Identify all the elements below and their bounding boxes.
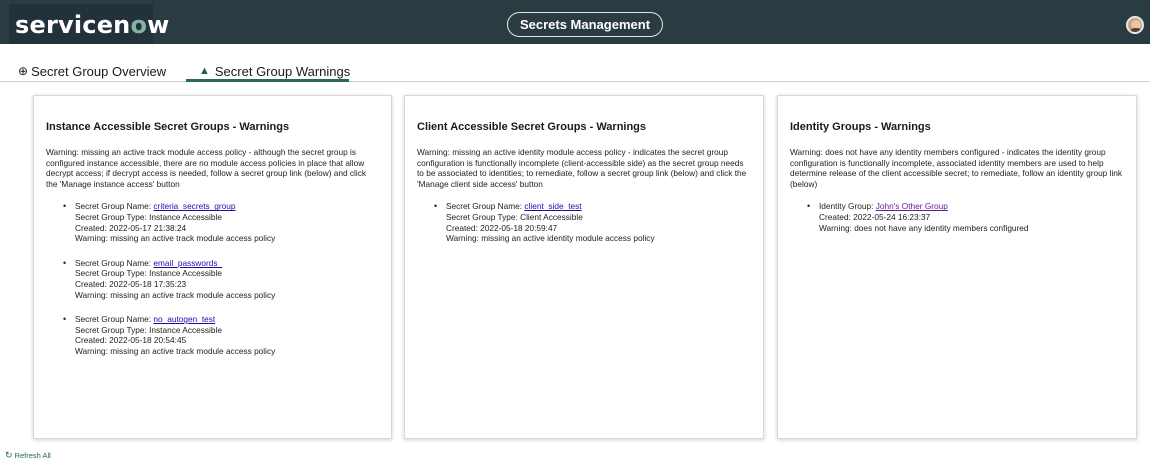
secret-group-link[interactable]: no_autogen_test bbox=[153, 314, 215, 324]
entry-type: Secret Group Type: Instance Accessible bbox=[75, 324, 222, 335]
secret-group-link[interactable]: criteria_secrets_group bbox=[153, 201, 235, 211]
list-item: Secret Group Name: email_passwords_ Secr… bbox=[63, 258, 379, 300]
list-item: Secret Group Name: criteria_secrets_grou… bbox=[63, 201, 379, 243]
identity-group-link[interactable]: John's Other Group bbox=[876, 201, 948, 211]
entry-name-label: Secret Group Name: bbox=[446, 201, 525, 212]
entry-name-label: Identity Group: bbox=[819, 201, 876, 212]
client-accessible-warnings-card: Client Accessible Secret Groups - Warnin… bbox=[404, 95, 764, 439]
logo-text: servicenow bbox=[15, 11, 170, 39]
entry-name-label: Secret Group Name: bbox=[75, 201, 154, 212]
list-item: Identity Group: John's Other Group Creat… bbox=[807, 201, 1124, 233]
card-description: Warning: missing an active track module … bbox=[46, 147, 367, 189]
list-item: Secret Group Name: no_autogen_test Secre… bbox=[63, 314, 379, 356]
secret-group-list: Secret Group Name: client_side_test Secr… bbox=[417, 201, 751, 243]
warning-triangle-icon: ▲ bbox=[199, 65, 210, 77]
tab-bar: ⊕ Secret Group Overview ▲ Secret Group W… bbox=[0, 58, 1150, 82]
overview-icon: ⊕ bbox=[18, 64, 29, 78]
tab-label: Secret Group Warnings bbox=[214, 63, 351, 79]
card-title: Client Accessible Secret Groups - Warnin… bbox=[417, 121, 647, 133]
top-header-bar: servicenow Secrets Management bbox=[0, 0, 1150, 44]
tab-secret-group-overview[interactable]: ⊕ Secret Group Overview bbox=[18, 62, 166, 80]
tab-secret-group-warnings[interactable]: ▲ Secret Group Warnings bbox=[199, 62, 350, 80]
entry-warning: Warning: does not have any identity memb… bbox=[819, 222, 1029, 233]
card-title: Identity Groups - Warnings bbox=[790, 121, 931, 133]
list-item: Secret Group Name: client_side_test Secr… bbox=[434, 201, 751, 243]
secret-group-link[interactable]: email_passwords_ bbox=[153, 258, 222, 268]
entry-type: Secret Group Type: Client Accessible bbox=[446, 211, 583, 222]
refresh-all-button[interactable]: ↻ Refresh All bbox=[5, 450, 51, 461]
entry-created: Created: 2022-05-17 21:38:24 bbox=[75, 222, 187, 233]
entry-name-label: Secret Group Name: bbox=[75, 314, 154, 325]
tab-label: Secret Group Overview bbox=[31, 63, 167, 79]
entry-created: Created: 2022-05-18 17:35:23 bbox=[75, 278, 187, 289]
entry-created: Created: 2022-05-18 20:54:45 bbox=[75, 335, 187, 346]
active-tab-indicator bbox=[186, 79, 349, 82]
entry-type: Secret Group Type: Instance Accessible bbox=[75, 211, 222, 222]
app-title-pill[interactable]: Secrets Management bbox=[507, 12, 663, 37]
card-title: Instance Accessible Secret Groups - Warn… bbox=[46, 121, 290, 133]
secret-group-link[interactable]: client_side_test bbox=[524, 201, 581, 211]
card-description: Warning: missing an active identity modu… bbox=[417, 147, 747, 189]
identity-groups-warnings-card: Identity Groups - Warnings Warning: does… bbox=[777, 95, 1137, 439]
entry-type: Secret Group Type: Instance Accessible bbox=[75, 268, 222, 279]
entry-warning: Warning: missing an active identity modu… bbox=[446, 233, 655, 244]
entry-warning: Warning: missing an active track module … bbox=[75, 233, 276, 244]
instance-accessible-warnings-card: Instance Accessible Secret Groups - Warn… bbox=[33, 95, 392, 439]
card-description: Warning: does not have any identity memb… bbox=[790, 147, 1123, 189]
user-avatar-icon[interactable] bbox=[1126, 16, 1144, 34]
refresh-icon: ↻ bbox=[5, 450, 13, 460]
entry-created: Created: 2022-05-18 20:59:47 bbox=[446, 222, 558, 233]
servicenow-logo[interactable]: servicenow bbox=[9, 4, 169, 44]
secret-group-list: Secret Group Name: criteria_secrets_grou… bbox=[46, 201, 379, 356]
entry-warning: Warning: missing an active track module … bbox=[75, 289, 276, 300]
entry-name-label: Secret Group Name: bbox=[75, 257, 154, 268]
entry-created: Created: 2022-05-24 16:23:37 bbox=[819, 211, 931, 222]
entry-warning: Warning: missing an active track module … bbox=[75, 345, 276, 356]
identity-group-list: Identity Group: John's Other Group Creat… bbox=[790, 201, 1124, 233]
refresh-all-label: Refresh All bbox=[14, 451, 51, 460]
